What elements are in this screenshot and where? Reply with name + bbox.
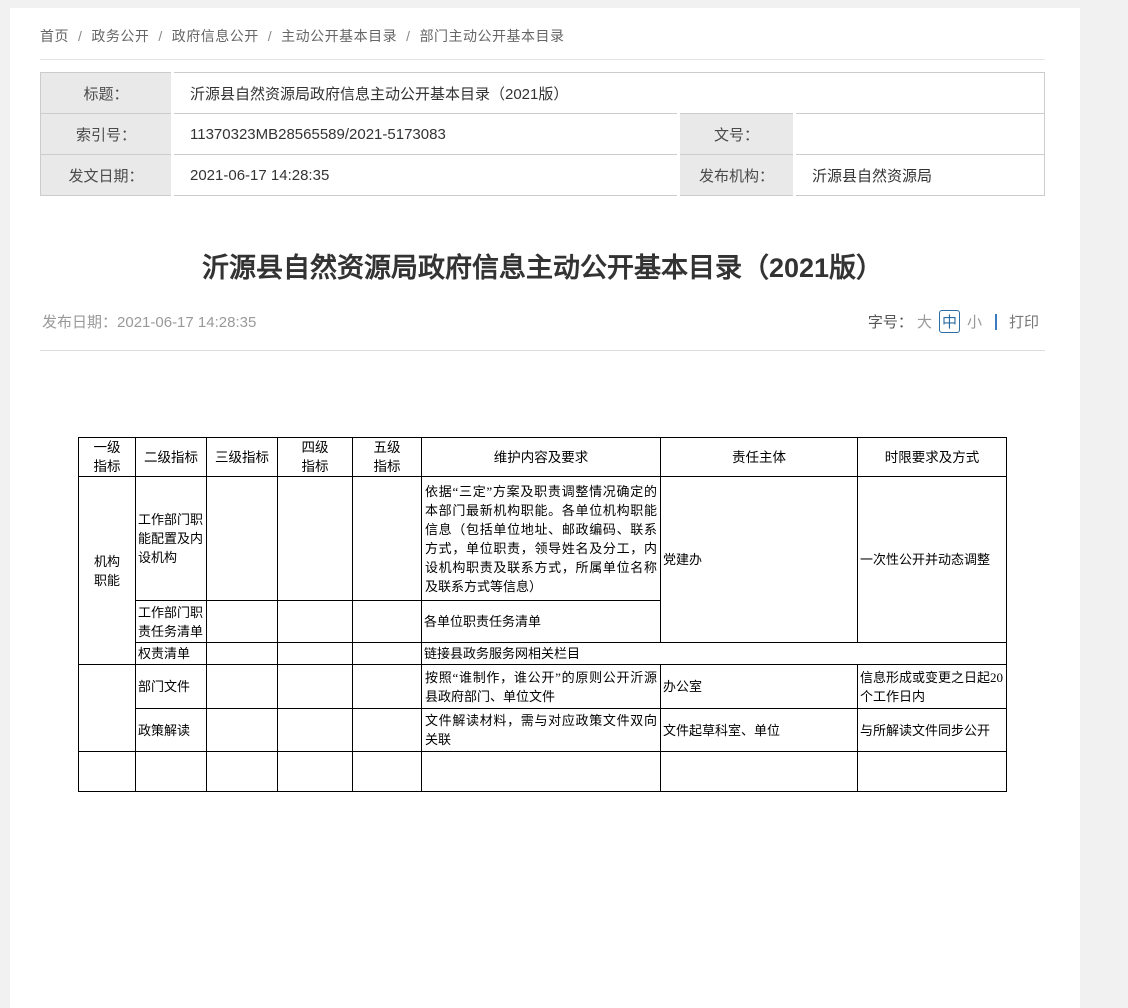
catalog-header-row: 一级 指标 二级指标 三级指标 四级 指标 五级 指标 维护内容及要求 责任主体… (79, 438, 1007, 477)
empty-cell (353, 665, 422, 709)
meta-agency-label: 发布机构： (678, 155, 794, 196)
empty-cell (207, 601, 278, 643)
breadcrumb-separator: / (268, 28, 272, 44)
empty-cell (353, 643, 422, 665)
page-title: 沂源县自然资源局政府信息主动公开基本目录（2021版） (40, 246, 1045, 285)
cell-level2: 工作部门职能配置及内设机构 (136, 477, 207, 601)
breadcrumb-item-zwgk[interactable]: 政务公开 (91, 28, 149, 44)
document-meta-table: 标题： 沂源县自然资源局政府信息主动公开基本目录（2021版） 索引号： 113… (40, 72, 1045, 196)
publish-date: 发布日期：2021-06-17 14:28:35 (42, 311, 256, 332)
cell-level2: 权责清单 (136, 643, 207, 665)
print-button[interactable]: 打印 (1009, 311, 1039, 332)
breadcrumb-separator: / (406, 28, 410, 44)
empty-cell (661, 752, 858, 792)
meta-date-value: 2021-06-17 14:28:35 (173, 155, 679, 196)
cell-level1: 机构 职能 (79, 477, 136, 665)
meta-title-value: 沂源县自然资源局政府信息主动公开基本目录（2021版） (173, 73, 1045, 114)
breadcrumb-item-dept-catalog[interactable]: 部门主动公开基本目录 (420, 28, 565, 44)
publish-date-value: 2021-06-17 14:28:35 (117, 314, 256, 331)
font-size-medium-button[interactable]: 中 (939, 310, 960, 333)
table-row: 机构 职能 工作部门职能配置及内设机构 依据“三定”方案及职责调整情况确定的本部… (79, 477, 1007, 601)
empty-cell (278, 477, 353, 601)
table-row: 部门文件 按照“谁制作，谁公开”的原则公开沂源县政府部门、单位文件 办公室 信息… (79, 665, 1007, 709)
breadcrumb-separator: / (78, 28, 82, 44)
meta-index-value: 11370323MB28565589/2021-5173083 (173, 114, 679, 155)
article-tools: 字号： 大 中 小 打印 (868, 310, 1039, 333)
empty-cell (278, 643, 353, 665)
empty-cell (353, 752, 422, 792)
meta-row-date: 发文日期： 2021-06-17 14:28:35 发布机构： 沂源县自然资源局 (41, 155, 1045, 196)
catalog-table: 一级 指标 二级指标 三级指标 四级 指标 五级 指标 维护内容及要求 责任主体… (78, 437, 1007, 792)
cell-time: 一次性公开并动态调整 (858, 477, 1007, 643)
cell-owner: 文件起草科室、单位 (661, 709, 858, 752)
breadcrumb: 首页 / 政务公开 / 政府信息公开 / 主动公开基本目录 / 部门主动公开基本目录 (40, 26, 1045, 46)
cell-level1 (79, 665, 136, 752)
breadcrumb-separator: / (158, 28, 162, 44)
publish-date-label: 发布日期： (42, 314, 117, 331)
column-header-level2: 二级指标 (136, 438, 207, 477)
empty-cell (207, 665, 278, 709)
empty-cell (353, 709, 422, 752)
empty-cell (79, 752, 136, 792)
empty-cell (278, 752, 353, 792)
meta-docnum-label: 文号： (678, 114, 794, 155)
column-header-level1: 一级 指标 (79, 438, 136, 477)
breadcrumb-item-zfxxgk[interactable]: 政府信息公开 (172, 28, 259, 44)
meta-index-label: 索引号： (41, 114, 173, 155)
meta-title-label: 标题： (41, 73, 173, 114)
column-header-time: 时限要求及方式 (858, 438, 1007, 477)
empty-cell (353, 477, 422, 601)
cell-time: 信息形成或变更之日起20个工作日内 (858, 665, 1007, 709)
empty-cell (422, 752, 661, 792)
empty-cell (278, 601, 353, 643)
column-header-content: 维护内容及要求 (422, 438, 661, 477)
breadcrumb-item-zdgk-catalog[interactable]: 主动公开基本目录 (281, 28, 397, 44)
column-header-owner: 责任主体 (661, 438, 858, 477)
cell-content: 按照“谁制作，谁公开”的原则公开沂源县政府部门、单位文件 (422, 665, 661, 709)
empty-cell (858, 752, 1007, 792)
cell-content: 链接县政务服务网相关栏目 (422, 643, 1007, 665)
cell-level2: 政策解读 (136, 709, 207, 752)
article-toolbar-row: 发布日期：2021-06-17 14:28:35 字号： 大 中 小 打印 (40, 310, 1045, 333)
table-row: 政策解读 文件解读材料，需与对应政策文件双向关联 文件起草科室、单位 与所解读文… (79, 709, 1007, 752)
meta-row-title: 标题： 沂源县自然资源局政府信息主动公开基本目录（2021版） (41, 73, 1045, 114)
empty-cell (207, 709, 278, 752)
font-size-small-button[interactable]: 小 (967, 311, 982, 332)
empty-cell (278, 665, 353, 709)
breadcrumb-item-home[interactable]: 首页 (40, 28, 69, 44)
article-divider (40, 350, 1045, 351)
cell-content: 依据“三定”方案及职责调整情况确定的本部门最新机构职能。各单位机构职能信息（包括… (422, 477, 661, 601)
cell-level2: 部门文件 (136, 665, 207, 709)
font-size-large-button[interactable]: 大 (917, 311, 932, 332)
cell-level2: 工作部门职责任务清单 (136, 601, 207, 643)
cell-time: 与所解读文件同步公开 (858, 709, 1007, 752)
column-header-level3: 三级指标 (207, 438, 278, 477)
empty-cell (136, 752, 207, 792)
cell-content: 各单位职责任务清单 (422, 601, 661, 643)
font-size-label: 字号： (868, 311, 913, 332)
table-row (79, 752, 1007, 792)
cell-owner: 办公室 (661, 665, 858, 709)
column-header-level4: 四级 指标 (278, 438, 353, 477)
empty-cell (207, 477, 278, 601)
cell-owner: 党建办 (661, 477, 858, 643)
empty-cell (278, 709, 353, 752)
empty-cell (207, 752, 278, 792)
meta-row-index: 索引号： 11370323MB28565589/2021-5173083 文号： (41, 114, 1045, 155)
column-header-level5: 五级 指标 (353, 438, 422, 477)
meta-docnum-value (794, 114, 1044, 155)
empty-cell (207, 643, 278, 665)
meta-agency-value: 沂源县自然资源局 (794, 155, 1044, 196)
meta-date-label: 发文日期： (41, 155, 173, 196)
table-row: 权责清单 链接县政务服务网相关栏目 (79, 643, 1007, 665)
empty-cell (353, 601, 422, 643)
breadcrumb-divider (40, 59, 1045, 60)
toolbar-separator (995, 314, 997, 330)
content-panel: 首页 / 政务公开 / 政府信息公开 / 主动公开基本目录 / 部门主动公开基本目录 标题： 沂… (10, 8, 1080, 1008)
cell-content: 文件解读材料，需与对应政策文件双向关联 (422, 709, 661, 752)
